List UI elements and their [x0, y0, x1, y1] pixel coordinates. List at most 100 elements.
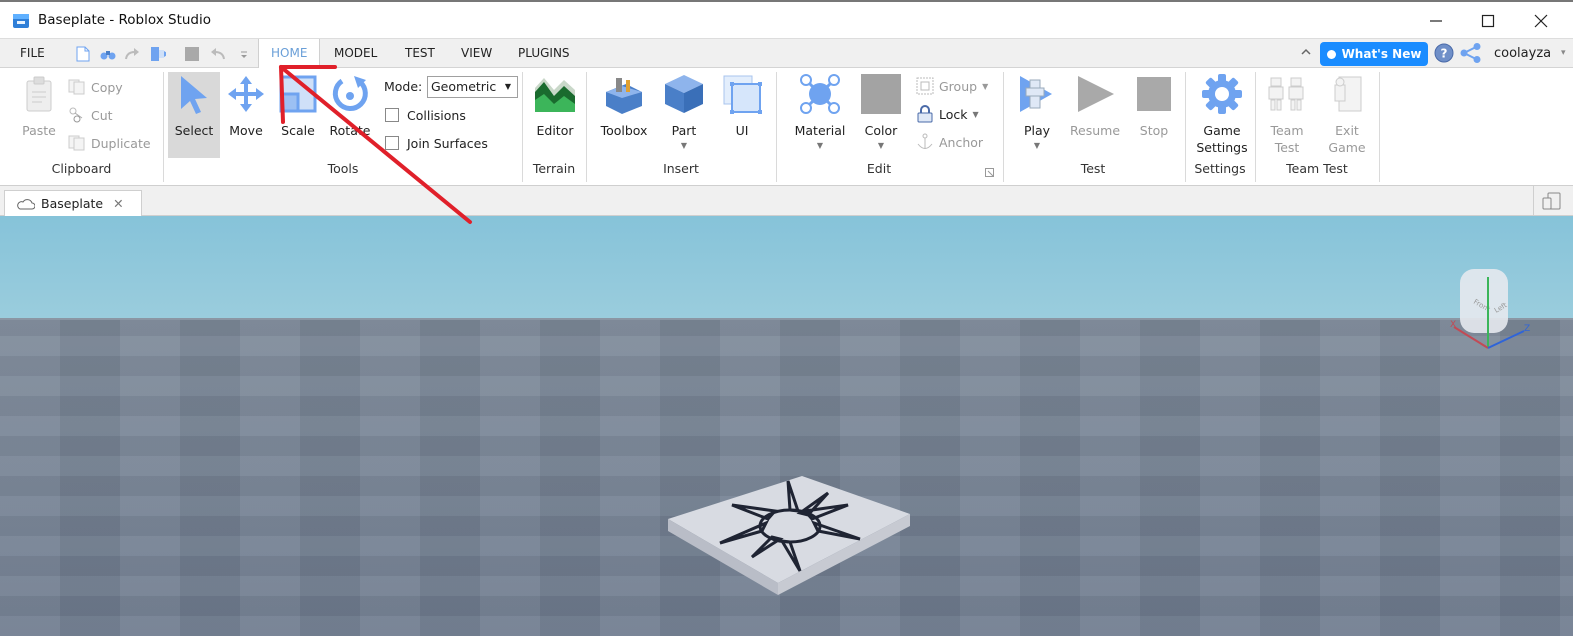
- mode-dropdown[interactable]: Geometric ▼: [427, 76, 518, 98]
- customize-quick-access-icon[interactable]: [236, 46, 252, 62]
- chevron-down-icon: ▼: [972, 109, 979, 119]
- mode-label: Mode:: [384, 79, 423, 94]
- publish-icon[interactable]: [150, 46, 166, 62]
- team-test-group-label: Team Test: [1286, 161, 1348, 176]
- stop-square-icon: [1132, 72, 1176, 116]
- group-icon: [916, 77, 934, 95]
- doc-tab-baseplate[interactable]: Baseplate ✕: [4, 190, 142, 216]
- title-bar: Baseplate - Roblox Studio: [0, 0, 1573, 38]
- settings-group-label: Settings: [1194, 161, 1246, 176]
- anchor-button[interactable]: Anchor: [916, 132, 983, 152]
- anchor-icon: [917, 133, 933, 149]
- ui-label: UI: [735, 123, 749, 138]
- collapse-ribbon-icon[interactable]: [1300, 46, 1312, 61]
- tab-model[interactable]: MODEL: [322, 39, 389, 68]
- toolbox-button[interactable]: Toolbox: [596, 72, 652, 139]
- move-label: Move: [229, 123, 263, 138]
- resume-play-icon: [1073, 72, 1117, 116]
- undo-icon[interactable]: [210, 46, 226, 62]
- divider: [1533, 186, 1534, 216]
- checkbox-box[interactable]: [385, 136, 399, 150]
- insert-group-label: Insert: [663, 161, 699, 176]
- cloud-icon: [17, 198, 35, 209]
- game-settings-label: Game Settings: [1196, 123, 1248, 155]
- tab-plugins[interactable]: PLUGINS: [506, 39, 582, 68]
- tab-test[interactable]: TEST: [393, 39, 447, 68]
- user-menu-caret-icon[interactable]: ▾: [1561, 48, 1566, 58]
- color-button[interactable]: Color ▼: [858, 72, 904, 150]
- cut-button[interactable]: Cut: [68, 105, 113, 125]
- join-surfaces-checkbox[interactable]: Join Surfaces: [385, 133, 488, 153]
- stop-icon[interactable]: [184, 46, 200, 62]
- device-emulator-icon[interactable]: [1542, 192, 1562, 213]
- team-test-button[interactable]: Team Test: [1262, 72, 1312, 156]
- terrain-group-label: Terrain: [532, 161, 576, 176]
- scale-icon: [276, 72, 320, 116]
- move-button[interactable]: Move: [222, 72, 270, 139]
- tab-home[interactable]: HOME: [258, 39, 321, 69]
- select-button[interactable]: Select: [170, 72, 218, 139]
- 3d-viewport[interactable]: Front Left X Z: [0, 216, 1573, 636]
- team-test-label: Team Test: [1270, 123, 1304, 155]
- view-cube[interactable]: Front Left X Z: [1448, 263, 1558, 358]
- resume-label: Resume: [1069, 123, 1121, 138]
- share-icon[interactable]: [1460, 43, 1482, 66]
- maximize-button[interactable]: [1477, 10, 1499, 32]
- material-icon: [798, 72, 842, 116]
- help-icon[interactable]: ?: [1434, 43, 1454, 66]
- move-arrows-icon: [224, 72, 268, 116]
- find-icon[interactable]: [100, 46, 116, 62]
- username[interactable]: coolayza: [1494, 46, 1551, 61]
- ui-button[interactable]: UI: [720, 72, 764, 139]
- editor-label: Editor: [536, 123, 574, 138]
- rotate-button[interactable]: Rotate: [326, 72, 374, 139]
- ui-frame-icon: [720, 72, 764, 116]
- tab-view[interactable]: VIEW: [449, 39, 504, 68]
- anchor-label: Anchor: [939, 134, 984, 150]
- chevron-down-icon: ▼: [680, 141, 688, 150]
- play-button[interactable]: Play ▼: [1014, 72, 1060, 150]
- ribbon: Paste Copy Cut Duplicate Clipboard Selec…: [0, 68, 1573, 186]
- spawn-location-part[interactable]: [660, 471, 920, 601]
- whats-new-label: What's New: [1341, 47, 1422, 61]
- paste-button[interactable]: Paste: [18, 72, 60, 139]
- collisions-checkbox[interactable]: Collisions: [385, 105, 466, 125]
- copy-label: Copy: [91, 79, 123, 95]
- resume-button[interactable]: Resume: [1068, 72, 1122, 139]
- menu-tab-bar: FILE HOME MODEL TEST VIEW PLUGINS What's…: [0, 38, 1573, 69]
- document-tab-bar: Baseplate ✕: [0, 186, 1573, 216]
- material-button[interactable]: Material ▼: [790, 72, 850, 150]
- part-button[interactable]: Part ▼: [660, 72, 708, 150]
- material-label: Material: [794, 123, 846, 138]
- file-menu[interactable]: FILE: [8, 39, 57, 68]
- redo-icon[interactable]: [124, 46, 140, 62]
- terrain-editor-button[interactable]: Editor: [530, 72, 580, 139]
- scissors-icon: [69, 107, 83, 123]
- color-label: Color: [864, 123, 898, 138]
- edit-dialog-launcher-icon[interactable]: [985, 166, 994, 180]
- group-label: Group: [939, 78, 978, 94]
- collisions-label: Collisions: [407, 107, 466, 123]
- lock-label: Lock: [939, 106, 968, 122]
- copy-button[interactable]: Copy: [68, 77, 123, 97]
- exit-game-button[interactable]: Exit Game: [1322, 72, 1372, 156]
- tools-group-label: Tools: [327, 161, 359, 176]
- checkbox-box[interactable]: [385, 108, 399, 122]
- scale-label: Scale: [281, 123, 315, 138]
- lock-button[interactable]: Lock ▼: [916, 104, 979, 124]
- new-file-icon[interactable]: [75, 46, 91, 62]
- chevron-down-icon: ▼: [504, 82, 511, 91]
- stop-button[interactable]: Stop: [1134, 72, 1174, 139]
- duplicate-button[interactable]: Duplicate: [68, 133, 151, 153]
- game-settings-button[interactable]: Game Settings: [1194, 72, 1250, 156]
- group-button[interactable]: Group ▼: [916, 76, 988, 96]
- close-tab-icon[interactable]: ✕: [113, 196, 123, 211]
- whats-new-button[interactable]: What's New: [1320, 42, 1428, 66]
- cut-label: Cut: [91, 107, 113, 123]
- chevron-down-icon: ▼: [1033, 141, 1041, 150]
- minimize-button[interactable]: [1425, 10, 1447, 32]
- scale-button[interactable]: Scale: [274, 72, 322, 139]
- exit-game-icon: [1325, 72, 1369, 116]
- close-window-button[interactable]: [1530, 10, 1552, 32]
- svg-text:X: X: [1450, 320, 1456, 330]
